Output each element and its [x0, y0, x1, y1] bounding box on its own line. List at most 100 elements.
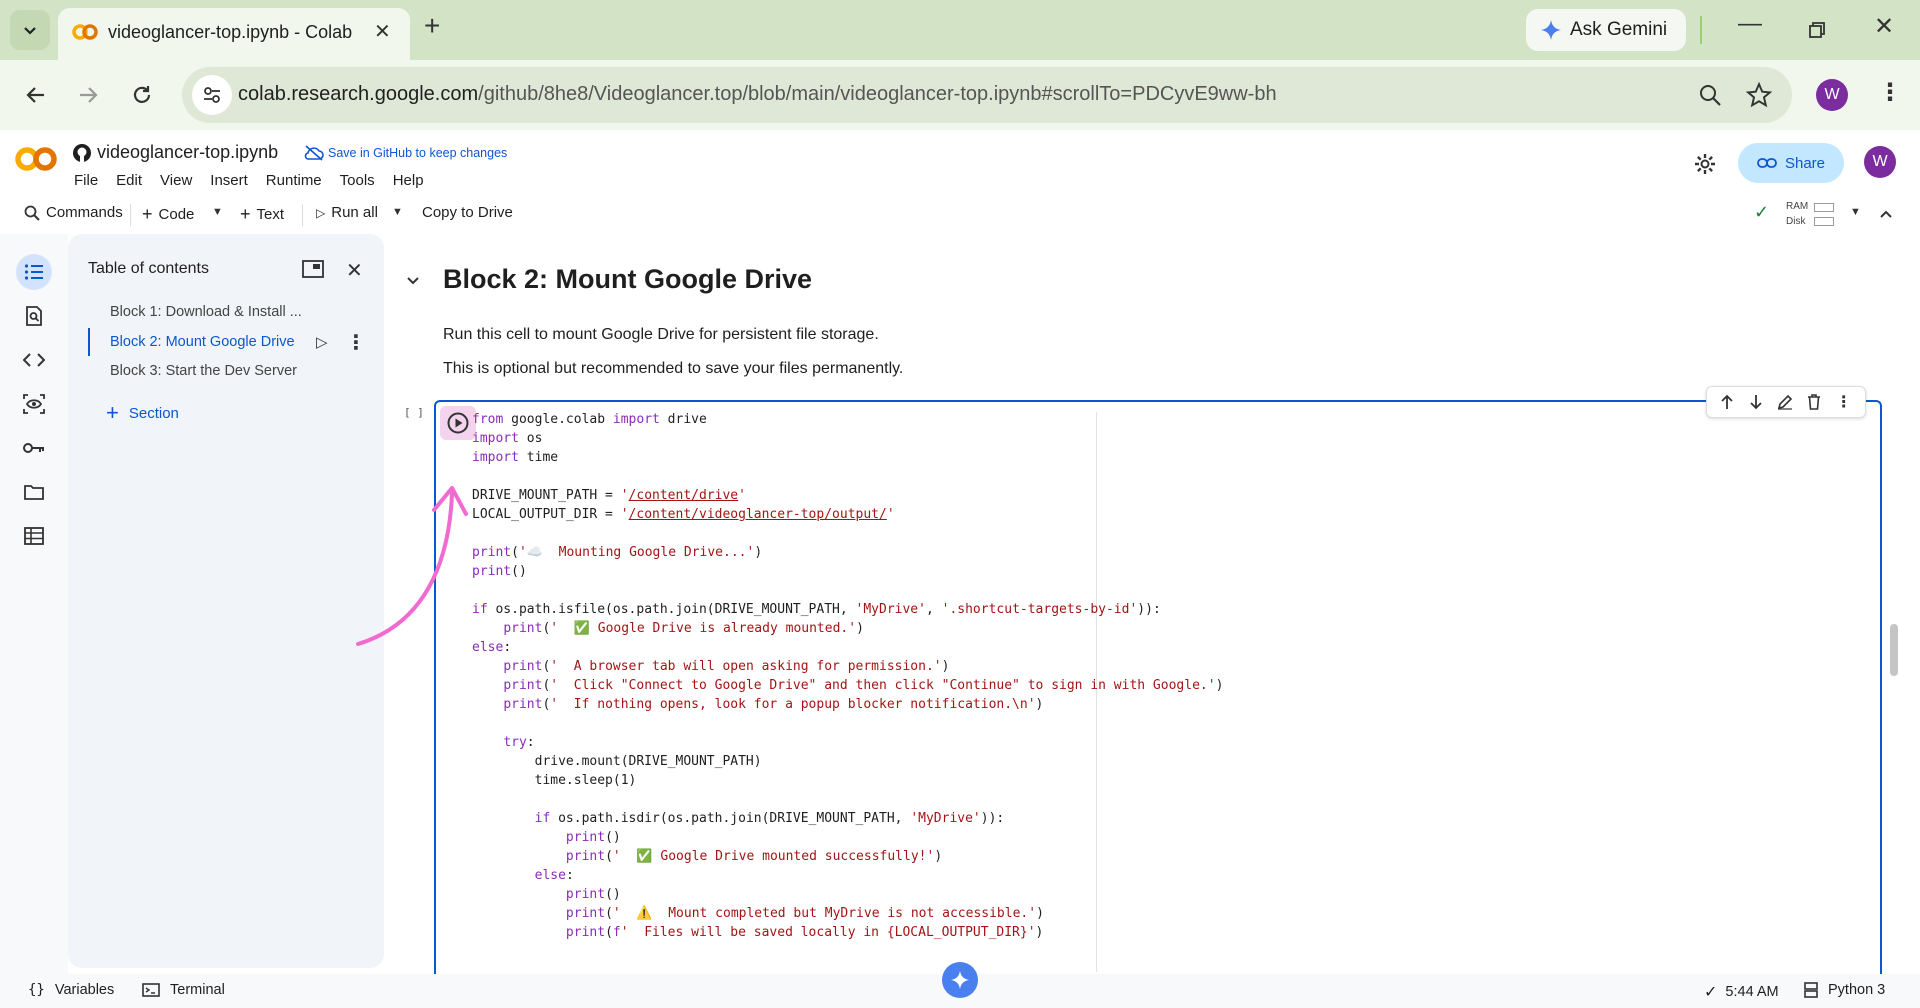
collapse-section-chevron-icon[interactable]	[406, 276, 420, 286]
move-cell-down-icon[interactable]	[1749, 394, 1763, 410]
bookmark-star-icon[interactable]	[1746, 82, 1772, 108]
resources-dropdown-caret-icon[interactable]: ▼	[1850, 206, 1861, 218]
run-section-icon[interactable]: ▷	[316, 333, 328, 351]
tab-list-dropdown-button[interactable]	[10, 10, 50, 50]
terminal-button[interactable]: Terminal	[142, 982, 225, 998]
share-button[interactable]: Share	[1738, 143, 1844, 183]
toc-item-block-2[interactable]: Block 2: Mount Google Drive	[110, 334, 295, 350]
connected-check-icon: ✓	[1754, 202, 1770, 222]
toc-item-block-3[interactable]: Block 3: Start the Dev Server	[110, 363, 297, 379]
forward-button[interactable]	[70, 77, 106, 113]
site-info-button[interactable]	[192, 75, 232, 115]
delete-trash-icon[interactable]	[1807, 394, 1821, 410]
edit-pencil-icon[interactable]	[1777, 394, 1793, 410]
menu-edit[interactable]: Edit	[116, 172, 142, 189]
close-tab-icon[interactable]: ✕	[374, 19, 391, 44]
add-section-button[interactable]: + Section	[106, 402, 179, 424]
browser-profile-avatar[interactable]: W	[1816, 79, 1848, 111]
text-cell-paragraph-1: Run this cell to mount Google Drive for …	[443, 326, 879, 343]
data-table-rail-button[interactable]	[16, 518, 52, 554]
ram-disk-indicator[interactable]: RAM Disk	[1786, 200, 1838, 230]
execution-status[interactable]: ✓ 5:44 AM	[1704, 982, 1779, 1002]
add-text-button[interactable]: + Text	[240, 204, 284, 225]
run-all-label: Run all	[331, 204, 378, 221]
list-icon	[24, 264, 43, 280]
restore-window-button[interactable]	[1808, 21, 1826, 39]
browser-toolbar: colab.research.google.com/github/8he8/Vi…	[0, 60, 1920, 130]
code-snippets-rail-button[interactable]	[16, 342, 52, 378]
browser-tab-bar: videoglancer-top.ipynb - Colab ✕ + Ask G…	[0, 0, 1920, 60]
menu-runtime[interactable]: Runtime	[266, 172, 322, 189]
save-in-github-link[interactable]: Save in GitHub to keep changes	[328, 146, 507, 160]
variables-label: Variables	[54, 982, 115, 998]
browser-tab-active[interactable]: videoglancer-top.ipynb - Colab ✕	[58, 8, 410, 60]
find-in-page-icon	[26, 306, 42, 326]
section-heading: Block 2: Mount Google Drive	[443, 264, 813, 294]
files-rail-button[interactable]	[16, 474, 52, 510]
toc-title: Table of contents	[88, 260, 209, 277]
reload-button[interactable]	[124, 77, 160, 113]
ask-gemini-button[interactable]: Ask Gemini	[1526, 9, 1686, 51]
code-brackets-icon	[23, 353, 45, 367]
terminal-label: Terminal	[170, 982, 225, 998]
run-all-button[interactable]: ▷ Run all	[316, 204, 378, 221]
section-more-kebab-icon[interactable]: ⋮	[346, 330, 366, 355]
user-avatar[interactable]: W	[1864, 146, 1896, 178]
github-icon	[73, 144, 91, 162]
run-cell-button[interactable]	[440, 406, 476, 440]
notebook-scrollbar-thumb[interactable]	[1890, 624, 1898, 676]
menu-tools[interactable]: Tools	[340, 172, 375, 189]
add-text-label: Text	[256, 206, 285, 223]
ram-label: RAM	[1786, 201, 1809, 212]
code-cell[interactable]: ⋮ from google.colab import drive import …	[434, 386, 1882, 974]
move-cell-up-icon[interactable]	[1720, 394, 1734, 410]
arrow-right-icon	[80, 87, 98, 103]
menu-file[interactable]: File	[74, 172, 98, 189]
collapse-header-chevron-icon[interactable]	[1878, 208, 1894, 220]
settings-gear-icon[interactable]	[1693, 152, 1717, 176]
zoom-search-icon[interactable]	[1698, 83, 1722, 107]
commands-label: Commands	[46, 204, 123, 221]
divider	[1700, 16, 1702, 44]
menu-help[interactable]: Help	[393, 172, 424, 189]
add-code-button[interactable]: + Code	[142, 204, 194, 225]
close-panel-icon[interactable]: ✕	[346, 258, 363, 283]
secrets-rail-button[interactable]	[16, 430, 52, 466]
link-icon	[1757, 158, 1777, 168]
copy-to-drive-button[interactable]: Copy to Drive	[422, 204, 513, 221]
gemini-button[interactable]	[942, 962, 978, 998]
divider	[130, 204, 131, 226]
variables-inspector-rail-button[interactable]	[16, 386, 52, 422]
cell-more-kebab-icon[interactable]: ⋮	[1836, 392, 1852, 412]
add-section-label: Section	[128, 404, 179, 422]
commands-button[interactable]: Commands	[24, 204, 123, 221]
left-sidebar-rail	[0, 234, 68, 974]
disk-bar	[1814, 217, 1834, 226]
notebook-filename[interactable]: videoglancer-top.ipynb	[97, 142, 278, 163]
find-replace-rail-button[interactable]	[16, 298, 52, 334]
toc-item-block-1[interactable]: Block 1: Download & Install ...	[110, 304, 302, 320]
menu-view[interactable]: View	[160, 172, 192, 189]
colab-logo-icon[interactable]	[14, 146, 58, 172]
colab-favicon-icon	[72, 24, 98, 40]
menu-insert[interactable]: Insert	[210, 172, 248, 189]
new-tab-button[interactable]: +	[424, 12, 440, 40]
copy-to-drive-label: Copy to Drive	[422, 204, 513, 221]
code-editor[interactable]: from google.colab import drive import os…	[472, 410, 1672, 970]
toc-rail-button[interactable]	[16, 254, 52, 290]
execution-count: [ ]	[404, 406, 424, 419]
back-button[interactable]	[18, 77, 54, 113]
code-dropdown-caret-icon[interactable]: ▼	[212, 206, 223, 218]
add-code-label: Code	[158, 206, 195, 223]
text-cell-paragraph-2: This is optional but recommended to save…	[443, 360, 904, 377]
chevron-down-icon	[24, 27, 36, 35]
run-all-dropdown-caret-icon[interactable]: ▼	[392, 206, 403, 218]
browser-menu-kebab-icon[interactable]: ⋮	[1878, 78, 1902, 107]
close-window-button[interactable]: ✕	[1874, 12, 1894, 41]
address-bar[interactable]: colab.research.google.com/github/8he8/Vi…	[182, 67, 1792, 123]
minimize-window-button[interactable]: —	[1738, 10, 1762, 38]
kernel-indicator[interactable]: Python 3	[1804, 982, 1885, 998]
gemini-sparkle-icon	[1541, 20, 1561, 40]
variables-button[interactable]: {} Variables	[28, 982, 114, 998]
open-in-tab-icon[interactable]	[302, 260, 324, 278]
